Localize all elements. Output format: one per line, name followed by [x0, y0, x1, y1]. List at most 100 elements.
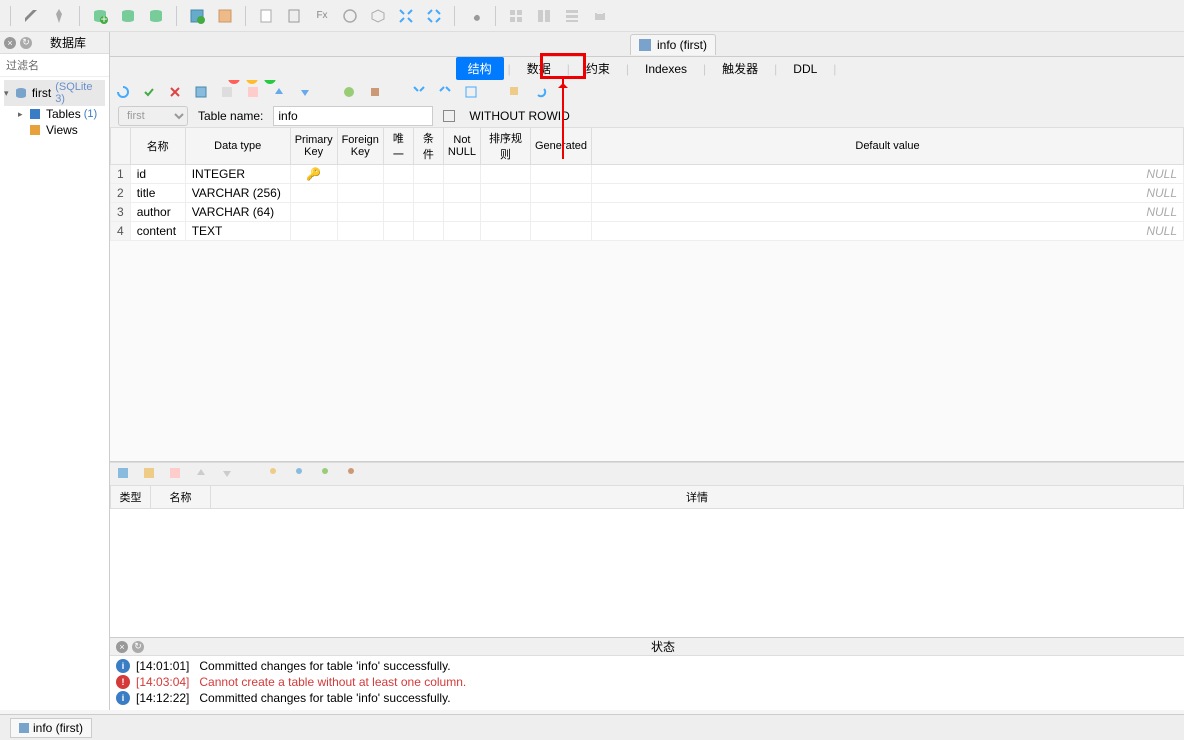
paste-icon[interactable]: [285, 7, 303, 25]
document-tab[interactable]: info (first): [630, 34, 716, 55]
delete-constraint-icon[interactable]: [168, 466, 184, 482]
fx-icon[interactable]: Fx: [313, 7, 331, 25]
tool1-icon[interactable]: [342, 85, 358, 101]
table-add-icon[interactable]: [188, 7, 206, 25]
undo-icon[interactable]: [534, 85, 550, 101]
tables-icon: [28, 107, 42, 121]
feather-icon[interactable]: [22, 7, 40, 25]
db-select[interactable]: first: [118, 106, 188, 126]
sub-name-header[interactable]: 名称: [151, 486, 211, 509]
database-icon: [14, 86, 28, 100]
filter-input[interactable]: 过滤名: [0, 54, 109, 77]
tab-triggers[interactable]: 触发器: [710, 57, 770, 80]
db-add-icon[interactable]: +: [91, 7, 109, 25]
rows-icon[interactable]: [563, 7, 581, 25]
status-title: 状态: [148, 638, 1178, 655]
table-name-bar: first Table name: WITHOUT ROWID: [110, 105, 1184, 126]
delete-column-icon[interactable]: [246, 85, 262, 101]
db-tree-item[interactable]: ▾ first (SQLite 3): [4, 80, 105, 106]
commit-icon[interactable]: [142, 85, 158, 101]
col-cond-header[interactable]: 条件: [413, 127, 443, 164]
tab-structure[interactable]: 结构: [456, 57, 504, 80]
move-up-icon[interactable]: [272, 85, 288, 101]
tables-tree-item[interactable]: ▸ Tables (1): [4, 106, 105, 122]
close-status-icon[interactable]: ×: [116, 641, 128, 653]
log-row: i[14:12:22]Committed changes for table '…: [116, 690, 1178, 706]
close-panel-icon[interactable]: ×: [4, 37, 16, 49]
table-name-input[interactable]: [273, 106, 433, 126]
tool3-icon[interactable]: [412, 85, 428, 101]
fk-add-icon[interactable]: [292, 466, 308, 482]
collapse-icon[interactable]: [425, 7, 443, 25]
refresh-icon[interactable]: [116, 85, 132, 101]
move-down-icon[interactable]: [298, 85, 314, 101]
tab-ddl[interactable]: DDL: [781, 59, 829, 79]
sub-type-header[interactable]: 类型: [111, 486, 151, 509]
table-edit-icon[interactable]: [216, 7, 234, 25]
col-name-header[interactable]: 名称: [130, 127, 185, 164]
add-column-icon[interactable]: [194, 85, 210, 101]
info-icon: i: [116, 659, 130, 673]
table-row[interactable]: 4contentTEXTNULL: [111, 221, 1184, 240]
refresh-status-icon[interactable]: ↻: [132, 641, 144, 653]
expand-icon[interactable]: [397, 7, 415, 25]
chevron-right-icon[interactable]: ▸: [18, 109, 28, 120]
svg-text:+: +: [100, 12, 107, 24]
error-icon: !: [116, 675, 130, 689]
views-tree-item[interactable]: Views: [4, 122, 105, 138]
unique-add-icon[interactable]: [318, 466, 334, 482]
grid-icon[interactable]: [507, 7, 525, 25]
wrench-icon[interactable]: [466, 7, 484, 25]
database-panel: × ↻ 数据库 过滤名 ▾ first (SQLite 3) ▸ Tables …: [0, 32, 110, 710]
table-row[interactable]: 2titleVARCHAR (256)NULL: [111, 183, 1184, 202]
tutorial-arrow: [562, 79, 564, 159]
edit-column-icon[interactable]: [220, 85, 236, 101]
tab-indexes[interactable]: Indexes: [633, 59, 699, 79]
move-constraint-down-icon[interactable]: [220, 466, 236, 482]
table-name-label: Table name:: [198, 109, 263, 123]
col-gen-header[interactable]: Generated: [531, 127, 592, 164]
chevron-down-icon[interactable]: ▾: [4, 88, 14, 99]
col-fk-header[interactable]: ForeignKey: [337, 127, 383, 164]
add-constraint-icon[interactable]: [116, 466, 132, 482]
pk-add-icon[interactable]: [266, 466, 282, 482]
db-edit-icon[interactable]: [119, 7, 137, 25]
tool2-icon[interactable]: [368, 85, 384, 101]
edit-constraint-icon[interactable]: [142, 466, 158, 482]
without-rowid-checkbox[interactable]: [443, 110, 455, 122]
cube-icon[interactable]: [369, 7, 387, 25]
col-default-header[interactable]: Default value: [591, 127, 1183, 164]
tab-data[interactable]: 数据: [515, 57, 563, 80]
col-type-header[interactable]: Data type: [185, 127, 290, 164]
doc-tab-label: info (first): [657, 38, 707, 52]
tab-constraints[interactable]: 约束: [574, 57, 622, 80]
table-row[interactable]: 3authorVARCHAR (64)NULL: [111, 202, 1184, 221]
tool4-icon[interactable]: [438, 85, 454, 101]
info-icon: i: [116, 691, 130, 705]
print-icon[interactable]: [591, 7, 609, 25]
columns-icon[interactable]: [535, 7, 553, 25]
copy-icon[interactable]: [508, 85, 524, 101]
col-sort-header[interactable]: 排序规则: [481, 127, 531, 164]
rocket-icon[interactable]: [50, 7, 68, 25]
primary-key-icon: 🔑: [306, 167, 321, 181]
check-add-icon[interactable]: [344, 466, 360, 482]
status-header: × ↻ 状态: [110, 637, 1184, 656]
col-unique-header[interactable]: 唯一: [383, 127, 413, 164]
rollback-icon[interactable]: [168, 85, 184, 101]
tool5-icon[interactable]: [464, 85, 480, 101]
table-row[interactable]: 1idINTEGER🔑NULL: [111, 164, 1184, 183]
move-constraint-up-icon[interactable]: [194, 466, 210, 482]
columns-grid: 名称 Data type PrimaryKey ForeignKey 唯一 条件…: [110, 127, 1184, 462]
views-icon: [28, 123, 42, 137]
col-notnull-header[interactable]: NotNULL: [443, 127, 480, 164]
db-remove-icon[interactable]: [147, 7, 165, 25]
refresh-panel-icon[interactable]: ↻: [20, 37, 32, 49]
history-icon[interactable]: [341, 7, 359, 25]
bottombar-tab[interactable]: info (first): [10, 718, 92, 738]
log-row: i[14:01:01]Committed changes for table '…: [116, 658, 1178, 674]
constraints-grid: 类型 名称 详情: [110, 485, 1184, 637]
sub-detail-header[interactable]: 详情: [211, 486, 1184, 509]
col-pk-header[interactable]: PrimaryKey: [290, 127, 337, 164]
note-icon[interactable]: [257, 7, 275, 25]
